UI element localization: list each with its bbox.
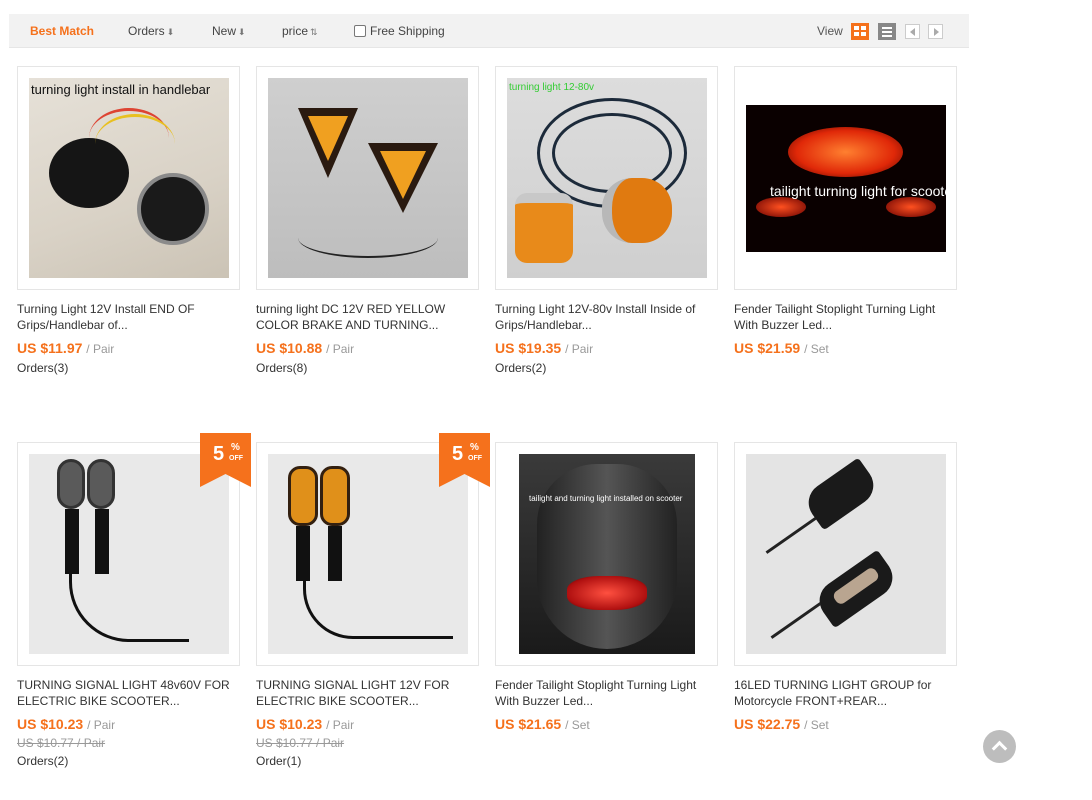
- price: US $10.23: [256, 716, 323, 732]
- orders-count[interactable]: Orders(2): [495, 361, 546, 375]
- arrow-down-icon: ⬇: [166, 27, 175, 37]
- price-row: US $22.75 / Set: [734, 716, 829, 732]
- product-title[interactable]: TURNING SIGNAL LIGHT 12V FOR ELECTRIC BI…: [256, 677, 481, 709]
- sort-bar: Best Match Orders ⬇ New ⬇ price ⇅ Free Ship…: [9, 14, 969, 48]
- price-unit: / Set: [804, 718, 829, 732]
- product-photo: tailight turning light for scooter: [746, 105, 946, 252]
- product-photo: [746, 454, 946, 654]
- product-thumbnail[interactable]: [256, 66, 479, 290]
- next-page-icon[interactable]: [928, 24, 943, 39]
- chevron-up-icon: [991, 740, 1008, 757]
- price-unit: / Pair: [565, 342, 594, 356]
- price-unit: / Pair: [86, 342, 115, 356]
- product-title[interactable]: Fender Tailight Stoplight Turning Light …: [734, 301, 959, 333]
- price-row: US $10.88 / Pair: [256, 340, 354, 356]
- arrow-down-icon: ⬇: [238, 27, 246, 37]
- back-to-top-button[interactable]: [983, 730, 1016, 763]
- product-photo: turning light 12-80v: [507, 78, 707, 278]
- orders-count[interactable]: Orders(3): [17, 361, 68, 375]
- original-price: US $10.77 / Pair: [256, 736, 345, 750]
- original-price: US $10.77 / Pair: [17, 736, 106, 750]
- price-unit: / Pair: [326, 342, 355, 356]
- product-title[interactable]: Fender Tailight Stoplight Turning Light …: [495, 677, 720, 709]
- product-photo: turning light install in handlebar: [29, 78, 229, 278]
- sort-best-match-label: Best Match: [30, 24, 95, 38]
- price-row: US $10.23 / Pair: [17, 716, 115, 732]
- product-photo: tailight and turning light installed on …: [519, 454, 695, 654]
- discount-percent: %: [231, 442, 240, 453]
- sort-new[interactable]: New ⬇: [212, 14, 246, 48]
- discount-off: OFF: [229, 455, 243, 462]
- price-row: US $19.35 / Pair: [495, 340, 593, 356]
- sort-orders[interactable]: Orders ⬇: [128, 14, 174, 48]
- price: US $11.97: [17, 340, 83, 356]
- product-thumbnail[interactable]: tailight turning light for scooter: [734, 66, 957, 290]
- price-row: US $11.97 / Pair: [17, 340, 114, 356]
- free-shipping-checkbox[interactable]: [354, 25, 366, 37]
- free-shipping-filter[interactable]: Free Shipping: [354, 14, 445, 48]
- image-caption: turning light install in handlebar: [31, 82, 211, 97]
- price-unit: / Set: [804, 342, 829, 356]
- sort-orders-label: Orders: [128, 24, 165, 38]
- price: US $22.75: [734, 716, 801, 732]
- price: US $21.65: [495, 716, 562, 732]
- product-photo: [268, 454, 468, 654]
- image-caption: turning light 12-80v: [509, 82, 595, 93]
- view-label: View: [817, 24, 843, 38]
- product-title[interactable]: 16LED TURNING LIGHT GROUP for Motorcycle…: [734, 677, 959, 709]
- product-thumbnail[interactable]: turning light 12-80v: [495, 66, 718, 290]
- product-thumbnail[interactable]: tailight and turning light installed on …: [495, 442, 718, 666]
- free-shipping-label: Free Shipping: [370, 24, 445, 38]
- price: US $21.59: [734, 340, 801, 356]
- product-title[interactable]: Turning Light 12V Install END OF Grips/H…: [17, 301, 242, 333]
- discount-value: 5: [213, 443, 225, 465]
- sort-up-down-icon: ⇅: [310, 27, 318, 37]
- sort-price-label: price: [282, 24, 309, 38]
- product-thumbnail[interactable]: [734, 442, 957, 666]
- product-title[interactable]: TURNING SIGNAL LIGHT 48v60V FOR ELECTRIC…: [17, 677, 242, 709]
- list-view-icon[interactable]: [878, 23, 896, 40]
- price-row: US $21.59 / Set: [734, 340, 829, 356]
- orders-count[interactable]: Orders(8): [256, 361, 307, 375]
- discount-percent: %: [470, 442, 479, 453]
- product-photo: [29, 454, 229, 654]
- price-unit: / Pair: [87, 718, 116, 732]
- discount-off: OFF: [468, 455, 482, 462]
- discount-value: 5: [452, 443, 464, 465]
- price: US $10.88: [256, 340, 323, 356]
- orders-count[interactable]: Orders(2): [17, 754, 68, 768]
- price: US $19.35: [495, 340, 562, 356]
- price-row: US $21.65 / Set: [495, 716, 590, 732]
- sort-price[interactable]: price ⇅: [282, 14, 318, 48]
- product-photo: [268, 78, 468, 278]
- price: US $10.23: [17, 716, 84, 732]
- product-title[interactable]: Turning Light 12V-80v Install Inside of …: [495, 301, 720, 333]
- image-caption: tailight and turning light installed on …: [529, 494, 683, 503]
- grid-view-icon[interactable]: [851, 23, 869, 40]
- price-row: US $10.23 / Pair: [256, 716, 354, 732]
- image-caption: tailight turning light for scooter: [770, 183, 946, 199]
- sort-best-match[interactable]: Best Match: [30, 14, 94, 48]
- price-unit: / Pair: [326, 718, 355, 732]
- price-unit: / Set: [565, 718, 590, 732]
- orders-count[interactable]: Order(1): [256, 754, 301, 768]
- sort-new-label: New: [212, 24, 237, 38]
- prev-page-icon[interactable]: [905, 24, 920, 39]
- product-thumbnail[interactable]: turning light install in handlebar: [17, 66, 240, 290]
- product-title[interactable]: turning light DC 12V RED YELLOW COLOR BR…: [256, 301, 481, 333]
- discount-badge: 5 % OFF: [439, 433, 490, 487]
- discount-badge: 5 % OFF: [200, 433, 251, 487]
